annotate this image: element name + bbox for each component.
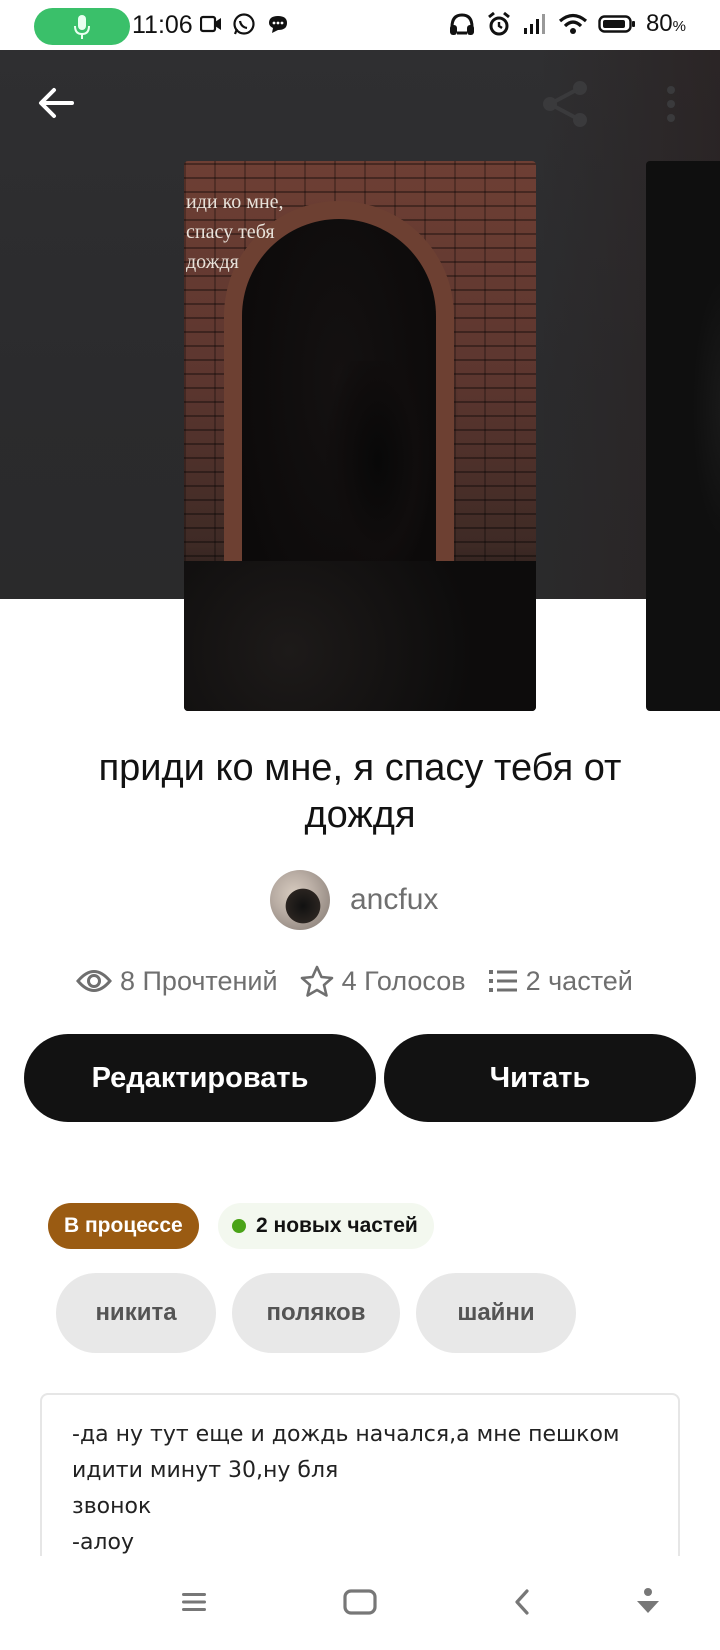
- microphone-icon: [74, 14, 90, 39]
- stat-parts: 2 частей: [488, 966, 633, 997]
- arrow-left-icon: [39, 88, 74, 118]
- menu-nav-button[interactable]: [172, 1580, 216, 1624]
- new-indicator-dot: [232, 1219, 246, 1233]
- whatsapp-icon: [233, 13, 255, 35]
- cover-caption: иди ко мне, спасу тебя дождя: [186, 191, 284, 273]
- home-square-icon: [343, 1589, 377, 1615]
- pull-down-icon: [637, 1588, 659, 1613]
- avatar: [270, 870, 330, 930]
- tag-item[interactable]: никита: [56, 1273, 216, 1353]
- story-excerpt: -да ну тут еще и дождь начался,а мне пеш…: [40, 1393, 680, 1573]
- edit-button[interactable]: Редактировать: [24, 1034, 376, 1122]
- wifi-icon: [558, 13, 587, 34]
- tag-list: никита поляков шайни: [56, 1273, 576, 1353]
- chat-bubble-icon: [269, 16, 287, 33]
- system-navigation-bar: [0, 1556, 720, 1650]
- alarm-icon: [488, 11, 510, 36]
- battery-unit: %: [672, 18, 686, 35]
- status-badge: В процессе: [48, 1203, 199, 1249]
- chevron-left-icon: [515, 1589, 529, 1615]
- video-call-icon: [200, 15, 221, 33]
- stat-reads: 8 Прочтений: [76, 966, 278, 997]
- share-button[interactable]: [540, 80, 592, 128]
- author-name: ancfux: [350, 883, 439, 916]
- tag-item[interactable]: поляков: [232, 1273, 400, 1353]
- status-time: 11:06: [132, 11, 193, 39]
- microphone-indicator[interactable]: [34, 8, 130, 45]
- notification-nav-button[interactable]: [626, 1580, 670, 1624]
- menu-icon: [182, 1593, 206, 1611]
- author-link[interactable]: ancfux: [270, 870, 438, 930]
- story-title: приди ко мне, я спасу тебя от дождя: [98, 747, 622, 836]
- star-icon: [300, 965, 333, 997]
- list-icon: [488, 970, 517, 992]
- more-options-button[interactable]: [658, 84, 684, 124]
- more-vertical-icon: [667, 86, 675, 122]
- eye-icon: [76, 970, 112, 992]
- battery-icon: [598, 15, 635, 33]
- cover-ground-graphic: [184, 561, 536, 711]
- status-bar: 11:06 80%: [0, 0, 720, 50]
- read-button[interactable]: Читать: [384, 1034, 696, 1122]
- headset-icon: [449, 13, 474, 35]
- next-story-cover[interactable]: [646, 161, 720, 711]
- share-icon: [543, 81, 587, 127]
- battery-level: 80: [645, 10, 673, 37]
- signal-icon: [523, 14, 545, 34]
- back-button[interactable]: [36, 82, 78, 124]
- tag-item[interactable]: шайни: [416, 1273, 576, 1353]
- back-nav-button[interactable]: [500, 1580, 544, 1624]
- home-nav-button[interactable]: [338, 1580, 382, 1624]
- new-parts-badge: 2 новых частей: [218, 1203, 434, 1249]
- story-stats: 8 Прочтений 4 Голосов 2 частей: [76, 965, 633, 997]
- stat-votes: 4 Голосов: [300, 965, 466, 997]
- story-cover-image[interactable]: иди ко мне, спасу тебя дождя: [184, 161, 536, 711]
- new-parts-label: 2 новых частей: [256, 1214, 418, 1237]
